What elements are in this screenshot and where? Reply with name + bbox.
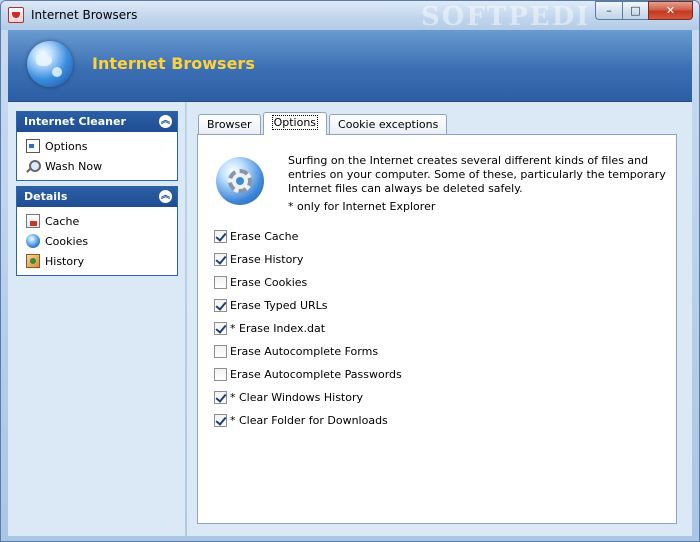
checkbox[interactable] <box>214 345 227 358</box>
option-label: Erase Typed URLs <box>230 299 328 312</box>
collapse-icon[interactable]: ︽ <box>159 190 172 203</box>
option-label: Erase Cache <box>230 230 299 243</box>
checkbox[interactable] <box>214 276 227 289</box>
panel-title: Details <box>24 190 68 203</box>
sidebar-item-wash-now[interactable]: Wash Now <box>26 156 177 176</box>
option-clear-folder-downloads[interactable]: * Clear Folder for Downloads <box>214 409 402 432</box>
panel-details: Details ︽ Cache Cookies History <box>16 186 178 276</box>
panel-header[interactable]: Internet Cleaner ︽ <box>17 112 177 132</box>
option-label: * Erase Index.dat <box>230 322 326 335</box>
main-content: Browser Options Cookie exceptions Surfin… <box>187 102 692 536</box>
tab-label: Options <box>271 115 319 130</box>
panel-internet-cleaner: Internet Cleaner ︽ Options Wash Now <box>16 111 178 181</box>
settings-gear-icon <box>216 157 264 205</box>
option-erase-autocomplete-passwords[interactable]: Erase Autocomplete Passwords <box>214 363 402 386</box>
checkbox[interactable] <box>214 230 227 243</box>
header-banner: Internet Browsers <box>8 30 692 102</box>
watermark-logo: SOFTPEDI <box>421 2 591 32</box>
sidebar-item-label: History <box>45 254 85 268</box>
sidebar-item-label: Cache <box>45 214 80 228</box>
header-title: Internet Browsers <box>92 54 255 73</box>
sidebar-item-options[interactable]: Options <box>26 136 177 156</box>
sidebar: Internet Cleaner ︽ Options Wash Now Deta… <box>8 102 186 536</box>
option-erase-cookies[interactable]: Erase Cookies <box>214 271 402 294</box>
option-erase-index-dat[interactable]: * Erase Index.dat <box>214 317 402 340</box>
title-bar[interactable]: Internet Browsers SOFTPEDI – □ ✕ <box>1 1 699 32</box>
option-label: * Clear Windows History <box>230 391 363 404</box>
panel-body: Options Wash Now <box>17 132 177 180</box>
cache-icon <box>26 214 40 228</box>
checkbox[interactable] <box>214 322 227 335</box>
collapse-icon[interactable]: ︽ <box>159 115 172 128</box>
option-clear-windows-history[interactable]: * Clear Windows History <box>214 386 402 409</box>
checkbox[interactable] <box>214 253 227 266</box>
tab-cookie-exceptions[interactable]: Cookie exceptions <box>329 114 448 135</box>
history-icon <box>26 254 40 268</box>
option-label: Erase History <box>230 253 304 266</box>
magnifier-icon <box>26 159 41 173</box>
options-list: Erase Cache Erase History Erase Cookies … <box>214 225 402 432</box>
description-text: Surfing on the Internet creates several … <box>288 154 666 195</box>
panel-body: Cache Cookies History <box>17 207 177 275</box>
checkbox[interactable] <box>214 414 227 427</box>
sidebar-item-cookies[interactable]: Cookies <box>26 231 177 251</box>
sidebar-item-cache[interactable]: Cache <box>26 211 177 231</box>
sidebar-item-history[interactable]: History <box>26 251 177 271</box>
sidebar-item-label: Options <box>45 139 88 153</box>
tab-strip: Browser Options Cookie exceptions <box>198 112 449 135</box>
checkbox[interactable] <box>214 299 227 312</box>
tab-browser[interactable]: Browser <box>198 114 261 135</box>
option-label: Erase Autocomplete Passwords <box>230 368 402 381</box>
app-window: Internet Browsers SOFTPEDI – □ ✕ Interne… <box>0 0 700 542</box>
option-erase-cache[interactable]: Erase Cache <box>214 225 402 248</box>
option-erase-autocomplete-forms[interactable]: Erase Autocomplete Forms <box>214 340 402 363</box>
sidebar-item-label: Wash Now <box>45 159 103 173</box>
panel-header[interactable]: Details ︽ <box>17 187 177 207</box>
checkbox[interactable] <box>214 368 227 381</box>
options-icon <box>26 139 40 153</box>
window-controls: – □ ✕ <box>595 1 693 20</box>
maximize-button[interactable]: □ <box>622 1 648 20</box>
option-label: * Clear Folder for Downloads <box>230 414 388 427</box>
sidebar-item-label: Cookies <box>45 234 89 248</box>
ie-only-note: * only for Internet Explorer <box>288 200 436 213</box>
close-button[interactable]: ✕ <box>648 1 693 20</box>
option-label: Erase Cookies <box>230 276 308 289</box>
option-label: Erase Autocomplete Forms <box>230 345 379 358</box>
globe-icon <box>27 41 73 87</box>
gear-icon <box>228 169 252 193</box>
tab-options[interactable]: Options <box>262 112 328 135</box>
options-tab-page: Surfing on the Internet creates several … <box>197 134 677 524</box>
app-icon[interactable] <box>8 7 24 23</box>
tab-label: Cookie exceptions <box>338 118 439 131</box>
window-title: Internet Browsers <box>31 8 138 22</box>
panel-title: Internet Cleaner <box>24 115 126 128</box>
tab-label: Browser <box>207 118 252 131</box>
option-erase-typed-urls[interactable]: Erase Typed URLs <box>214 294 402 317</box>
checkbox[interactable] <box>214 391 227 404</box>
minimize-button[interactable]: – <box>595 1 622 20</box>
option-erase-history[interactable]: Erase History <box>214 248 402 271</box>
cookies-icon <box>26 234 40 248</box>
